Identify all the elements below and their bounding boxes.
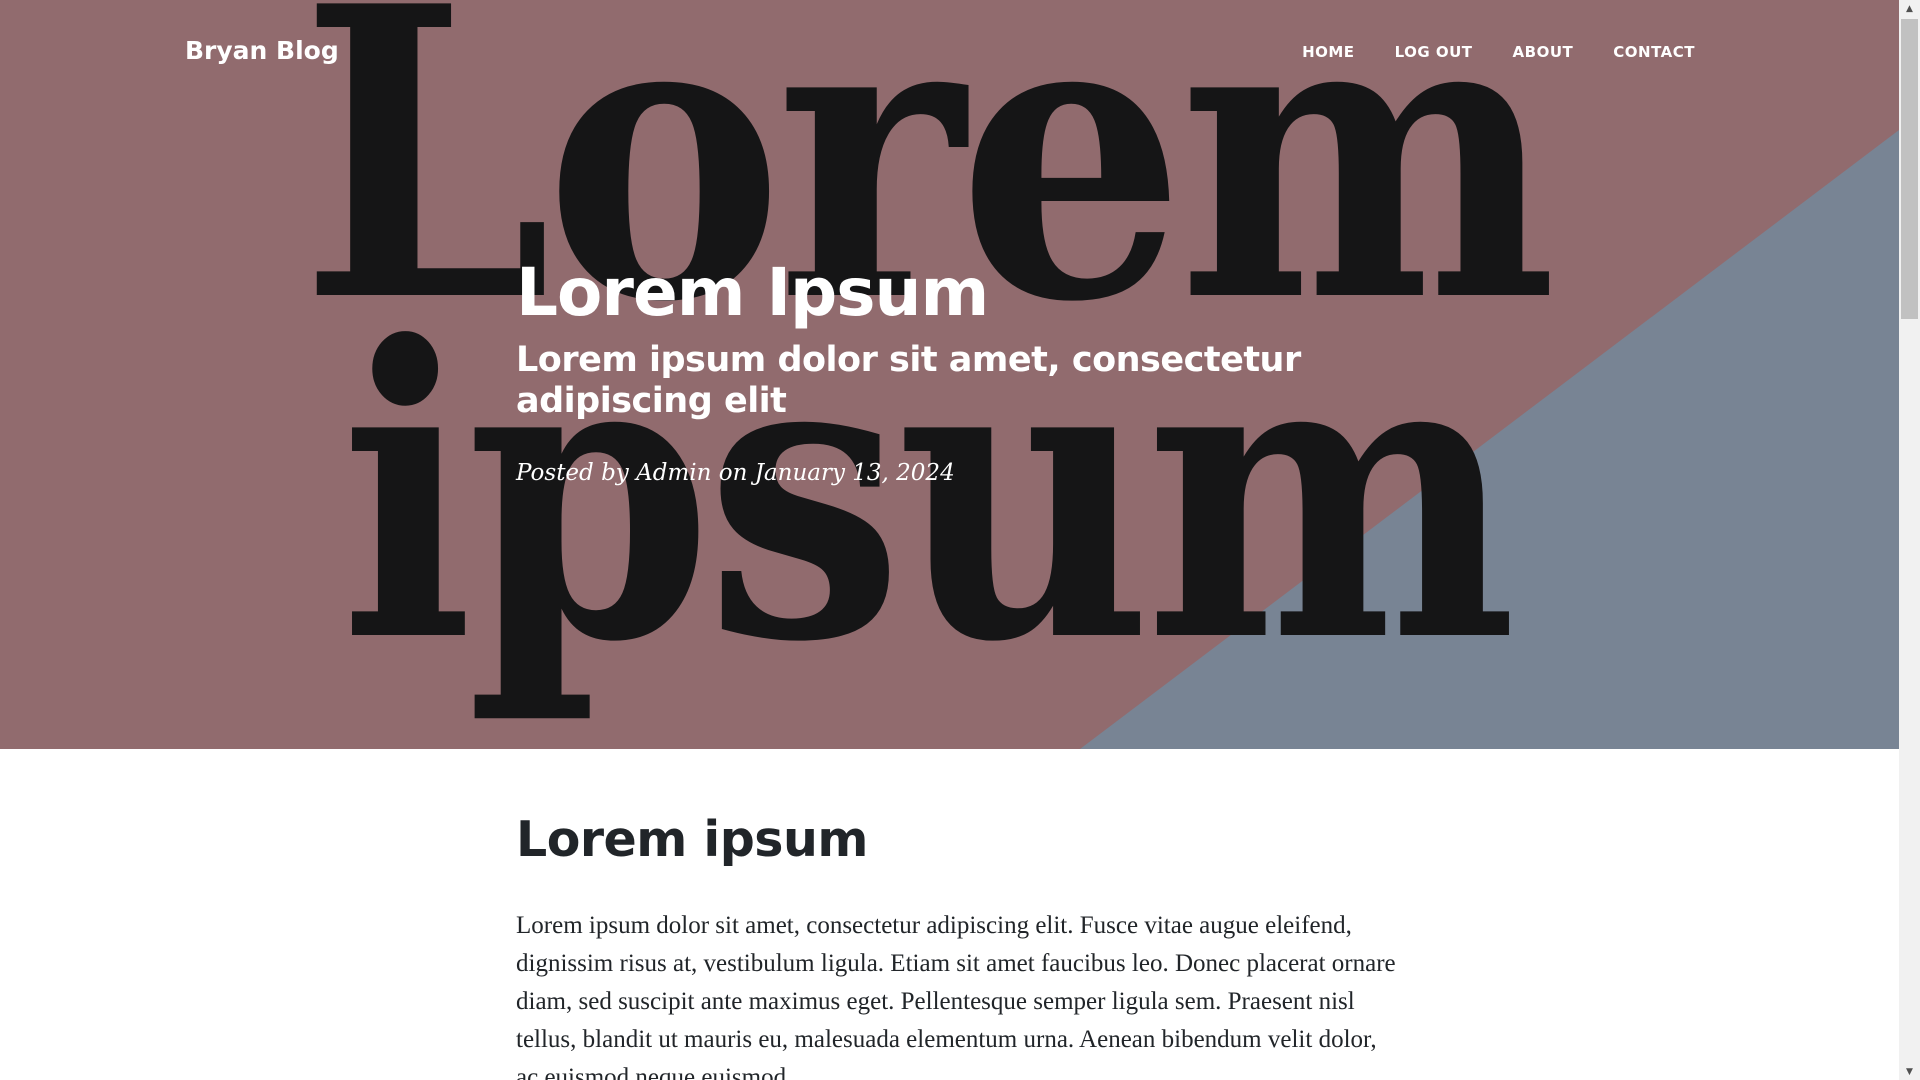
- post-meta: Posted by Admin on January 13, 2024: [516, 460, 955, 486]
- nav-item-home: HOME: [1302, 42, 1354, 61]
- hero-header: Lorem ipsum Bryan Blog HOME LOG OUT ABOU…: [0, 0, 1899, 749]
- post-heading: Lorem Ipsum Lorem ipsum dolor sit amet, …: [516, 252, 1396, 488]
- nav-menu: HOME LOG OUT ABOUT CONTACT: [1302, 42, 1695, 61]
- top-navbar: Bryan Blog HOME LOG OUT ABOUT CONTACT: [0, 0, 1899, 102]
- scroll-up-arrow-icon[interactable]: ▲: [1899, 0, 1920, 17]
- nav-item-logout: LOG OUT: [1395, 42, 1473, 61]
- scrollbar-thumb[interactable]: [1901, 19, 1918, 319]
- body-paragraph: Lorem ipsum dolor sit amet, consectetur …: [516, 912, 1396, 1080]
- nav-link-about[interactable]: ABOUT: [1513, 43, 1574, 61]
- nav-item-contact: CONTACT: [1613, 42, 1695, 61]
- nav-link-contact[interactable]: CONTACT: [1613, 43, 1695, 61]
- scroll-down-arrow-icon[interactable]: ▼: [1899, 1063, 1920, 1080]
- vertical-scrollbar[interactable]: ▲ ▼: [1899, 0, 1920, 1080]
- post-title: Lorem Ipsum: [516, 254, 989, 331]
- post-content: Lorem ipsum Lorem ipsum dolor sit amet, …: [516, 800, 1396, 1080]
- post-subtitle: Lorem ipsum dolor sit amet, consectetur …: [516, 340, 1301, 421]
- page-viewport: Lorem ipsum Bryan Blog HOME LOG OUT ABOU…: [0, 0, 1899, 1080]
- nav-item-about: ABOUT: [1513, 42, 1574, 61]
- nav-link-home[interactable]: HOME: [1302, 43, 1354, 61]
- nav-link-logout[interactable]: LOG OUT: [1395, 43, 1473, 61]
- brand-link[interactable]: Bryan Blog: [185, 36, 339, 66]
- section-heading: Lorem ipsum: [516, 811, 868, 868]
